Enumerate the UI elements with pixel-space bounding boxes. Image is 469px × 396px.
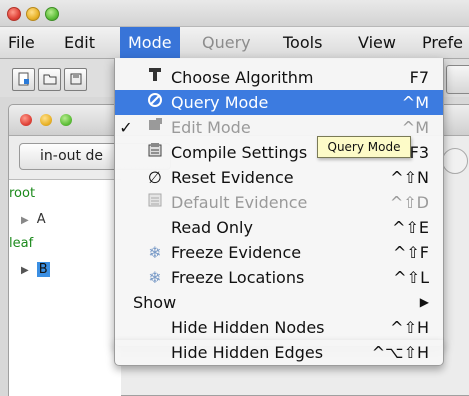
menu-item-label: Hide Hidden Nodes bbox=[171, 318, 325, 337]
menu-item-read-only[interactable]: Read Only ^⇧E bbox=[115, 215, 443, 240]
default-evidence-icon bbox=[146, 190, 164, 215]
toolbar-right-button[interactable] bbox=[446, 65, 469, 94]
menu-item-query-mode[interactable]: Query Mode ^M bbox=[115, 90, 443, 115]
tree-item-root[interactable]: root bbox=[9, 186, 35, 201]
open-file-button[interactable] bbox=[38, 68, 61, 91]
panel-toggle-button[interactable] bbox=[442, 148, 468, 174]
expand-arrow-icon[interactable]: ▶ bbox=[21, 215, 29, 226]
window-title-bar bbox=[0, 0, 469, 27]
menu-item-shortcut: ^⇧L bbox=[393, 268, 429, 287]
minimize-network-window-button[interactable] bbox=[40, 114, 52, 126]
menu-file[interactable]: File bbox=[0, 27, 43, 58]
zoom-window-button[interactable] bbox=[45, 7, 59, 21]
menu-item-label: Choose Algorithm bbox=[171, 68, 314, 87]
menu-tools[interactable]: Tools bbox=[275, 27, 330, 58]
compile-settings-icon bbox=[146, 140, 164, 165]
expand-arrow-icon[interactable]: ▶ bbox=[21, 265, 29, 276]
algorithm-icon bbox=[146, 65, 164, 90]
menu-mode[interactable]: Mode bbox=[120, 27, 180, 58]
checkmark-icon: ✓ bbox=[119, 118, 133, 137]
menu-item-label: Reset Evidence bbox=[171, 168, 294, 187]
menu-item-shortcut: ^⌥⇧H bbox=[371, 343, 429, 362]
menu-item-label: Query Mode bbox=[171, 93, 269, 112]
menu-item-freeze-locations[interactable]: ❄ Freeze Locations ^⇧L bbox=[115, 265, 443, 290]
save-icon bbox=[70, 73, 81, 85]
edit-mode-icon bbox=[146, 115, 164, 140]
node-tree: root ▶ A leaf ▶ B bbox=[9, 179, 121, 396]
menu-view[interactable]: View bbox=[350, 27, 404, 58]
menu-edit[interactable]: Edit bbox=[56, 27, 103, 58]
folder-icon bbox=[43, 74, 56, 85]
close-window-button[interactable] bbox=[7, 7, 21, 21]
mode-menu: Choose Algorithm F7 Query Mode ^M ✓ Edit… bbox=[114, 58, 444, 347]
tree-item-label: A bbox=[36, 212, 46, 227]
menu-item-shortcut: F3 bbox=[409, 143, 429, 162]
menu-item-shortcut: ^⇧H bbox=[390, 318, 429, 337]
close-network-window-button[interactable] bbox=[20, 114, 32, 126]
minimize-window-button[interactable] bbox=[26, 7, 40, 21]
menu-item-label: Default Evidence bbox=[171, 193, 308, 212]
menu-item-shortcut: ^⇧F bbox=[392, 243, 429, 262]
save-file-button[interactable] bbox=[64, 68, 87, 91]
menu-item-label: Freeze Locations bbox=[171, 268, 305, 287]
menu-item-shortcut: ^M bbox=[401, 93, 429, 112]
menu-item-label: Freeze Evidence bbox=[171, 243, 302, 262]
menu-item-shortcut: ^⇧N bbox=[390, 168, 429, 187]
menu-item-shortcut: ^⇧D bbox=[389, 193, 429, 212]
menu-query[interactable]: Query bbox=[194, 27, 259, 58]
freeze-icon: ❄ bbox=[148, 268, 162, 287]
menu-item-freeze-evidence[interactable]: ❄ Freeze Evidence ^⇧F bbox=[115, 240, 443, 265]
menu-bar: File Edit Mode Query Tools View Prefe bbox=[0, 27, 469, 59]
menu-item-label: Hide Hidden Edges bbox=[171, 343, 324, 362]
menu-item-choose-algorithm[interactable]: Choose Algorithm F7 bbox=[115, 65, 443, 90]
menu-item-label: Edit Mode bbox=[171, 118, 251, 137]
menu-item-reset-evidence[interactable]: ∅ Reset Evidence ^⇧N bbox=[115, 165, 443, 190]
submenu-arrow-icon: ▶ bbox=[419, 295, 429, 309]
new-file-button[interactable] bbox=[12, 68, 35, 91]
menu-item-label: Show bbox=[133, 293, 177, 312]
menu-item-label: Read Only bbox=[171, 218, 253, 237]
tooltip: Query Mode bbox=[317, 136, 411, 158]
menu-item-default-evidence[interactable]: Default Evidence ^⇧D bbox=[115, 190, 443, 215]
menu-item-hide-hidden-nodes[interactable]: Hide Hidden Nodes ^⇧H bbox=[115, 315, 443, 340]
menu-item-shortcut: ^⇧E bbox=[392, 218, 429, 237]
zoom-network-window-button[interactable] bbox=[60, 114, 72, 126]
tree-item-a[interactable]: ▶ A bbox=[21, 212, 46, 227]
tree-item-label-selected: B bbox=[36, 262, 50, 277]
freeze-icon: ❄ bbox=[148, 243, 162, 262]
reset-icon: ∅ bbox=[148, 168, 162, 187]
menu-item-show[interactable]: Show ▶ bbox=[115, 290, 443, 315]
menu-preferences[interactable]: Prefe bbox=[414, 27, 469, 58]
new-file-icon bbox=[18, 72, 29, 86]
menu-item-label: Compile Settings bbox=[171, 143, 308, 162]
menu-item-hide-hidden-edges-row[interactable]: Hide Hidden Edges ^⌥⇧H bbox=[114, 340, 444, 366]
tree-item-b[interactable]: ▶ B bbox=[21, 262, 50, 277]
tree-item-leaf[interactable]: leaf bbox=[9, 236, 33, 251]
menu-item-shortcut: F7 bbox=[409, 68, 429, 87]
query-mode-icon bbox=[146, 90, 164, 115]
